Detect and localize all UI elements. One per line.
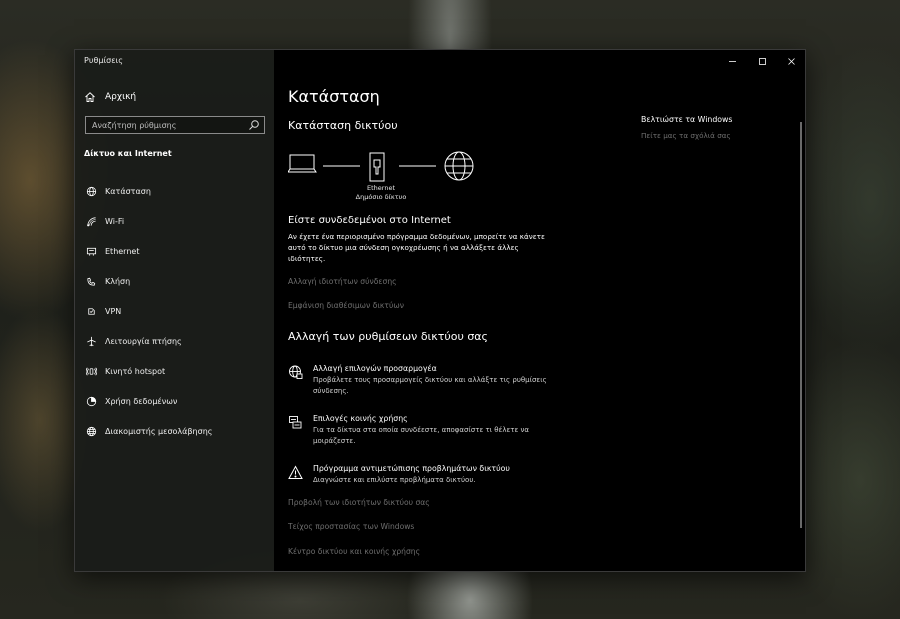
warning-icon bbox=[288, 465, 303, 479]
computer-icon bbox=[288, 154, 317, 173]
settings-window: Ρυθμίσεις Αρχική Δίκτυο και Internet Κατ… bbox=[74, 49, 806, 572]
feedback-link[interactable]: Πείτε μας τα σχόλιά σας bbox=[641, 131, 731, 140]
maximize-button[interactable] bbox=[752, 54, 772, 68]
sidebar-item-label: Ethernet bbox=[105, 246, 140, 256]
sidebar-item-vpn[interactable]: VPN bbox=[75, 296, 274, 326]
maximize-icon bbox=[758, 57, 766, 65]
sidebar-item-label: Κατάσταση bbox=[105, 186, 151, 196]
status-globe-icon bbox=[86, 186, 97, 196]
home-label: Αρχική bbox=[105, 92, 137, 102]
view-network-properties-link[interactable]: Προβολή των ιδιοτήτων δικτύου σας bbox=[288, 498, 430, 507]
page-title: Κατάσταση bbox=[288, 87, 380, 106]
search-icon[interactable] bbox=[247, 118, 261, 132]
change-settings-title: Αλλαγή των ρυθμίσεων δικτύου σας bbox=[288, 330, 489, 343]
network-troubleshooter[interactable]: Πρόγραμμα αντιμετώπισης προβλημάτων δικτ… bbox=[288, 464, 563, 486]
internet-globe-icon bbox=[444, 151, 474, 181]
proxy-globe-icon bbox=[86, 426, 97, 436]
change-connection-properties-link[interactable]: Αλλαγή ιδιοτήτων σύνδεσης bbox=[288, 277, 397, 286]
connected-title: Είστε συνδεδεμένοι στο Internet bbox=[288, 215, 451, 226]
sidebar-item-status[interactable]: Κατάσταση bbox=[75, 176, 274, 206]
home-link[interactable]: Αρχική bbox=[84, 89, 136, 105]
sidebar-item-dialup[interactable]: Κλήση bbox=[75, 266, 274, 296]
improve-windows-title: Βελτιώστε τα Windows bbox=[641, 115, 733, 124]
airplane-icon bbox=[87, 336, 96, 346]
sidebar-item-label: Κλήση bbox=[105, 276, 131, 286]
connection-type: Δημόσιο δίκτυο bbox=[355, 193, 407, 201]
option-title: Αλλαγή επιλογών προσαρμογέα bbox=[313, 364, 437, 373]
sharing-options[interactable]: Επιλογές κοινής χρήσης Για τα δίκτυα στα… bbox=[288, 414, 563, 446]
sharing-icon bbox=[289, 416, 302, 429]
sidebar-item-label: VPN bbox=[105, 306, 122, 316]
sidebar-item-data-usage[interactable]: Χρήση δεδομένων bbox=[75, 386, 274, 416]
sidebar-item-label: Διακομιστής μεσολάβησης bbox=[105, 426, 213, 436]
section-title: Δίκτυο και Internet bbox=[84, 149, 172, 158]
minimize-icon bbox=[728, 60, 736, 62]
adapter-options[interactable]: Αλλαγή επιλογών προσαρμογέα Προβάλετε το… bbox=[288, 364, 563, 396]
option-description: Προβάλετε τους προσαρμογείς δικτύου και … bbox=[313, 376, 547, 395]
adapter-globe-icon bbox=[289, 365, 303, 379]
scrollbar[interactable] bbox=[800, 122, 802, 528]
sidebar-item-airplane-mode[interactable]: Λειτουργία πτήσης bbox=[75, 326, 274, 356]
sidebar: Ρυθμίσεις Αρχική Δίκτυο και Internet Κατ… bbox=[75, 50, 274, 571]
ethernet-icon bbox=[86, 247, 97, 256]
minimize-button[interactable] bbox=[722, 54, 742, 68]
search-box[interactable] bbox=[85, 116, 265, 134]
sidebar-item-wifi[interactable]: Wi-Fi bbox=[75, 206, 274, 236]
sidebar-item-label: Λειτουργία πτήσης bbox=[105, 336, 182, 346]
connection-name: Ethernet bbox=[367, 184, 395, 192]
show-available-networks-link[interactable]: Εμφάνιση διαθέσιμων δικτύων bbox=[288, 301, 404, 310]
option-description: Διαγνώστε και επιλύστε προβλήματα δικτύο… bbox=[313, 476, 476, 484]
option-title: Επιλογές κοινής χρήσης bbox=[313, 414, 408, 423]
data-usage-icon bbox=[86, 396, 97, 406]
vpn-icon bbox=[88, 307, 95, 315]
close-button[interactable] bbox=[781, 54, 801, 68]
windows-firewall-link[interactable]: Τείχος προστασίας των Windows bbox=[288, 522, 414, 531]
network-sharing-center-link[interactable]: Κέντρο δικτύου και κοινής χρήσης bbox=[288, 547, 420, 556]
close-icon bbox=[787, 57, 795, 65]
wifi-icon bbox=[87, 216, 96, 226]
search-input[interactable] bbox=[92, 120, 247, 130]
sidebar-item-proxy[interactable]: Διακομιστής μεσολάβησης bbox=[75, 416, 274, 446]
hotspot-icon bbox=[86, 367, 97, 375]
sidebar-item-hotspot[interactable]: Κινητό hotspot bbox=[75, 356, 274, 386]
option-description: Για τα δίκτυα στα οποία συνδέεστε, αποφα… bbox=[313, 426, 530, 445]
sidebar-nav: Κατάσταση Wi-Fi Ethernet Κλήση VPN Λειτο… bbox=[75, 176, 274, 446]
sidebar-item-label: Χρήση δεδομένων bbox=[105, 396, 178, 406]
connected-description: Αν έχετε ένα περιορισμένο πρόγραμμα δεδο… bbox=[288, 232, 545, 263]
dialup-icon bbox=[87, 277, 96, 286]
main-content: Κατάσταση Κατάσταση δικτύου Ethernet Δημ bbox=[274, 50, 805, 571]
network-status-title: Κατάσταση δικτύου bbox=[288, 119, 398, 132]
home-icon bbox=[85, 92, 95, 102]
sidebar-item-ethernet[interactable]: Ethernet bbox=[75, 236, 274, 266]
sidebar-item-label: Κινητό hotspot bbox=[105, 366, 166, 376]
option-title: Πρόγραμμα αντιμετώπισης προβλημάτων δικτ… bbox=[313, 464, 510, 473]
app-title: Ρυθμίσεις bbox=[84, 56, 123, 65]
sidebar-item-label: Wi-Fi bbox=[105, 216, 125, 226]
ethernet-adapter-icon bbox=[369, 152, 385, 182]
connection-label: Ethernet Δημόσιο δίκτυο bbox=[351, 184, 411, 202]
